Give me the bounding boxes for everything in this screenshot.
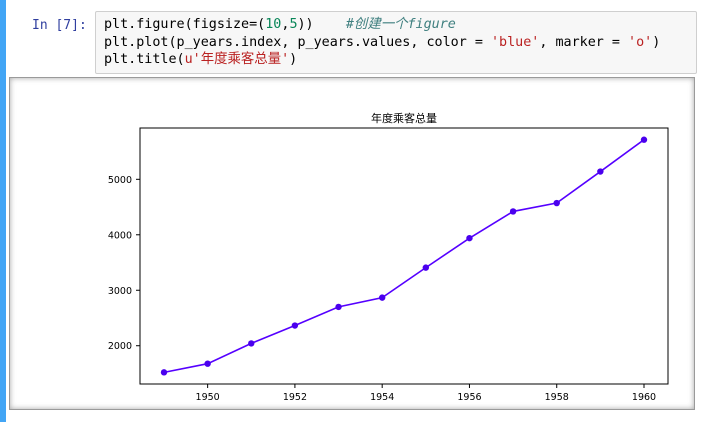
plot-frame [139,127,669,385]
data-point [597,168,604,175]
code-token-str: 'blue' [490,34,540,50]
series-line [163,139,645,374]
x-tick-label: 1956 [457,392,481,403]
code-token-str: 'o' [628,34,653,50]
data-point [422,264,430,271]
code-token: ) [652,34,661,50]
data-point [378,294,386,301]
code-editor[interactable]: plt.figure(figsize=(10,5)) #创建一个figure pl… [95,11,697,74]
code-token: plt.figure(figsize=( [104,17,266,32]
data-point [553,199,560,207]
code-token-str: u'年度乘客总量' [184,52,290,67]
code-token-num: 10 [265,17,282,32]
code-line: plt.plot(p_years.index, p_years.values, … [104,34,660,52]
input-prompt: In [7]: [32,18,87,33]
data-point [248,340,255,347]
data-point [204,360,211,367]
data-point [335,303,342,311]
code-token: plt.title( [104,52,185,67]
code-token: )) [297,17,346,32]
y-tick-label: 2000 [108,341,132,352]
x-tick-label: 1954 [370,392,394,403]
code-token-num: 5 [289,17,298,32]
notebook-cell: In [7]: plt.figure(figsize=(10,5)) #创建一个… [0,0,704,422]
chart-title: 年度乘客总量 [371,111,437,125]
selected-cell-indicator [0,0,6,422]
data-point [291,322,299,329]
y-tick-label: 4000 [108,230,132,241]
data-point [640,136,648,143]
output-area: 年度乘客总量 1950 1952 1954 1956 1958 1960 2000 3000 40… [9,77,695,410]
y-tick-label: 3000 [108,286,132,297]
data-point [160,369,168,376]
code-text[interactable]: plt.figure(figsize=(10,5)) #创建一个figure pl… [104,16,660,69]
code-token-comment: #创建一个figure [345,17,456,32]
x-tick-label: 1960 [632,392,656,403]
x-tick-label: 1952 [283,392,307,403]
y-tick-label: 5000 [108,175,132,186]
code-line: plt.title(u'年度乘客总量') [104,51,660,69]
x-tick-label: 1950 [196,392,220,403]
code-token: plt.plot(p_years.index, p_years.values, … [104,34,491,50]
data-point [509,208,517,215]
data-point [466,234,473,242]
x-tick-label: 1958 [545,392,569,403]
code-token: ) [289,52,298,67]
code-token: , marker = [539,34,629,50]
code-line: plt.figure(figsize=(10,5)) #创建一个figure [104,16,660,34]
line-chart: 年度乘客总量 1950 1952 1954 1956 1958 1960 2000 3000 40… [108,111,669,403]
